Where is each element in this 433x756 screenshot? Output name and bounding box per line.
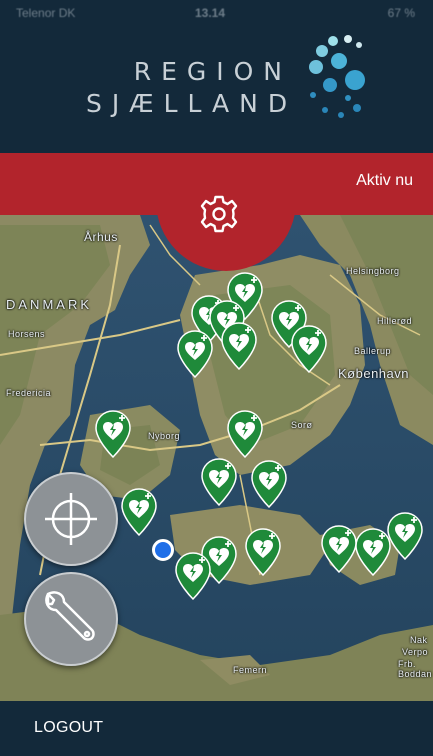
crosshair-icon <box>45 493 97 545</box>
active-now-label: Aktiv nu <box>356 172 413 189</box>
place-label-helsingborg: Helsingborg <box>346 266 400 276</box>
place-label-kobenhavn: København <box>338 366 409 381</box>
place-label-nak: Nak <box>410 635 428 645</box>
place-label-nyborg: Nyborg <box>148 431 181 441</box>
aed-marker[interactable] <box>94 410 132 459</box>
locate-button[interactable] <box>24 472 118 566</box>
place-label-hillerod: Hillerød <box>377 316 413 326</box>
aed-heart-icon <box>175 552 211 601</box>
aed-marker[interactable] <box>320 525 358 574</box>
logo-line-1: REGION <box>133 57 292 86</box>
aed-heart-icon <box>291 325 327 374</box>
battery-label: 67 % <box>387 6 415 20</box>
carrier-label: Telenor DK <box>16 6 76 20</box>
aed-marker[interactable] <box>174 552 212 601</box>
aed-heart-icon <box>201 458 237 507</box>
place-label-horsens: Horsens <box>8 329 46 339</box>
user-location-dot <box>152 539 174 561</box>
aed-marker[interactable] <box>200 458 238 507</box>
aed-heart-icon <box>245 528 281 577</box>
place-label-femern: Femern <box>233 665 268 675</box>
place-label-fredericia: Fredericia <box>6 388 52 398</box>
place-label-boddan: Frb. Boddan <box>398 659 433 679</box>
place-label-soro: Sorø <box>291 420 313 430</box>
aed-heart-icon <box>95 410 131 459</box>
aed-heart-icon <box>177 330 213 379</box>
aed-marker[interactable] <box>386 512 424 561</box>
region-logo-text: REGION SJÆLLAND <box>86 56 292 120</box>
aed-marker[interactable] <box>176 330 214 379</box>
wrench-icon <box>45 591 95 641</box>
tools-button[interactable] <box>24 572 118 666</box>
aed-marker[interactable] <box>226 410 264 459</box>
clock-label: 13.14 <box>195 6 226 20</box>
logo-line-2: SJÆLLAND <box>86 89 298 118</box>
aed-marker[interactable] <box>290 325 328 374</box>
aed-heart-icon <box>227 410 263 459</box>
aed-heart-icon <box>387 512 423 561</box>
aed-marker[interactable] <box>220 322 258 371</box>
aed-marker[interactable] <box>244 528 282 577</box>
aed-marker[interactable] <box>120 488 158 537</box>
logout-button[interactable]: LOGOUT <box>34 719 103 737</box>
place-label-danmark: DANMARK <box>6 297 93 312</box>
status-bar: Telenor DK 13.14 67 % <box>0 0 433 26</box>
place-label-verpo: Verpo <box>402 647 429 657</box>
aed-heart-icon <box>251 460 287 509</box>
aed-heart-icon <box>221 322 257 371</box>
aed-heart-icon <box>321 525 357 574</box>
aed-marker[interactable] <box>250 460 288 509</box>
place-label-arhus: Århus <box>84 230 118 244</box>
settings-gear-icon[interactable] <box>196 191 242 237</box>
region-logo-dots-icon <box>309 35 365 118</box>
aed-heart-icon <box>121 488 157 537</box>
place-label-ballerup: Ballerup <box>354 346 392 356</box>
